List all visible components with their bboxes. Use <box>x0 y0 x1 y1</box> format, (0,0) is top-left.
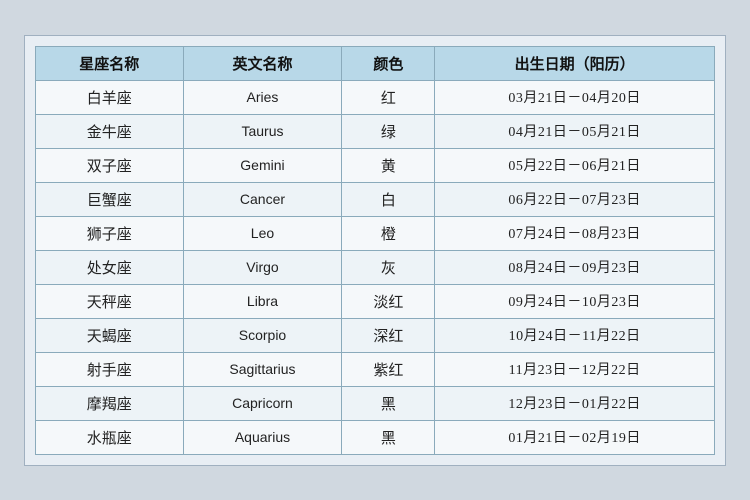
cell-date: 11月23日－12月22日 <box>435 352 715 386</box>
cell-chinese-name: 射手座 <box>36 352 184 386</box>
cell-english-name: Aries <box>183 80 342 114</box>
cell-chinese-name: 天秤座 <box>36 284 184 318</box>
cell-color: 淡红 <box>342 284 435 318</box>
table-row: 水瓶座Aquarius黑01月21日－02月19日 <box>36 420 715 454</box>
cell-english-name: Aquarius <box>183 420 342 454</box>
cell-date: 01月21日－02月19日 <box>435 420 715 454</box>
header-color: 颜色 <box>342 46 435 80</box>
cell-english-name: Taurus <box>183 114 342 148</box>
cell-chinese-name: 摩羯座 <box>36 386 184 420</box>
cell-color: 绿 <box>342 114 435 148</box>
table-row: 白羊座Aries红03月21日－04月20日 <box>36 80 715 114</box>
cell-color: 深红 <box>342 318 435 352</box>
cell-english-name: Libra <box>183 284 342 318</box>
table-row: 射手座Sagittarius紫红11月23日－12月22日 <box>36 352 715 386</box>
zodiac-table: 星座名称 英文名称 颜色 出生日期（阳历） 白羊座Aries红03月21日－04… <box>35 46 715 455</box>
table-row: 处女座Virgo灰08月24日－09月23日 <box>36 250 715 284</box>
table-row: 巨蟹座Cancer白06月22日－07月23日 <box>36 182 715 216</box>
table-row: 双子座Gemini黄05月22日－06月21日 <box>36 148 715 182</box>
cell-english-name: Leo <box>183 216 342 250</box>
cell-date: 04月21日－05月21日 <box>435 114 715 148</box>
cell-chinese-name: 狮子座 <box>36 216 184 250</box>
cell-color: 黄 <box>342 148 435 182</box>
header-chinese-name: 星座名称 <box>36 46 184 80</box>
cell-chinese-name: 水瓶座 <box>36 420 184 454</box>
cell-english-name: Sagittarius <box>183 352 342 386</box>
cell-chinese-name: 巨蟹座 <box>36 182 184 216</box>
table-row: 狮子座Leo橙07月24日－08月23日 <box>36 216 715 250</box>
cell-english-name: Scorpio <box>183 318 342 352</box>
cell-chinese-name: 天蝎座 <box>36 318 184 352</box>
cell-chinese-name: 金牛座 <box>36 114 184 148</box>
cell-color: 紫红 <box>342 352 435 386</box>
cell-date: 10月24日－11月22日 <box>435 318 715 352</box>
cell-english-name: Gemini <box>183 148 342 182</box>
cell-english-name: Cancer <box>183 182 342 216</box>
cell-color: 灰 <box>342 250 435 284</box>
table-row: 天秤座Libra淡红09月24日－10月23日 <box>36 284 715 318</box>
cell-date: 03月21日－04月20日 <box>435 80 715 114</box>
cell-chinese-name: 处女座 <box>36 250 184 284</box>
cell-date: 06月22日－07月23日 <box>435 182 715 216</box>
cell-date: 09月24日－10月23日 <box>435 284 715 318</box>
cell-date: 05月22日－06月21日 <box>435 148 715 182</box>
table-row: 金牛座Taurus绿04月21日－05月21日 <box>36 114 715 148</box>
table-row: 摩羯座Capricorn黑12月23日－01月22日 <box>36 386 715 420</box>
zodiac-table-wrapper: 星座名称 英文名称 颜色 出生日期（阳历） 白羊座Aries红03月21日－04… <box>24 35 726 466</box>
cell-color: 黑 <box>342 420 435 454</box>
cell-english-name: Capricorn <box>183 386 342 420</box>
cell-chinese-name: 双子座 <box>36 148 184 182</box>
cell-color: 红 <box>342 80 435 114</box>
cell-color: 橙 <box>342 216 435 250</box>
cell-color: 黑 <box>342 386 435 420</box>
cell-color: 白 <box>342 182 435 216</box>
table-row: 天蝎座Scorpio深红10月24日－11月22日 <box>36 318 715 352</box>
cell-chinese-name: 白羊座 <box>36 80 184 114</box>
cell-date: 07月24日－08月23日 <box>435 216 715 250</box>
table-header-row: 星座名称 英文名称 颜色 出生日期（阳历） <box>36 46 715 80</box>
cell-date: 08月24日－09月23日 <box>435 250 715 284</box>
header-english-name: 英文名称 <box>183 46 342 80</box>
cell-english-name: Virgo <box>183 250 342 284</box>
header-date: 出生日期（阳历） <box>435 46 715 80</box>
cell-date: 12月23日－01月22日 <box>435 386 715 420</box>
